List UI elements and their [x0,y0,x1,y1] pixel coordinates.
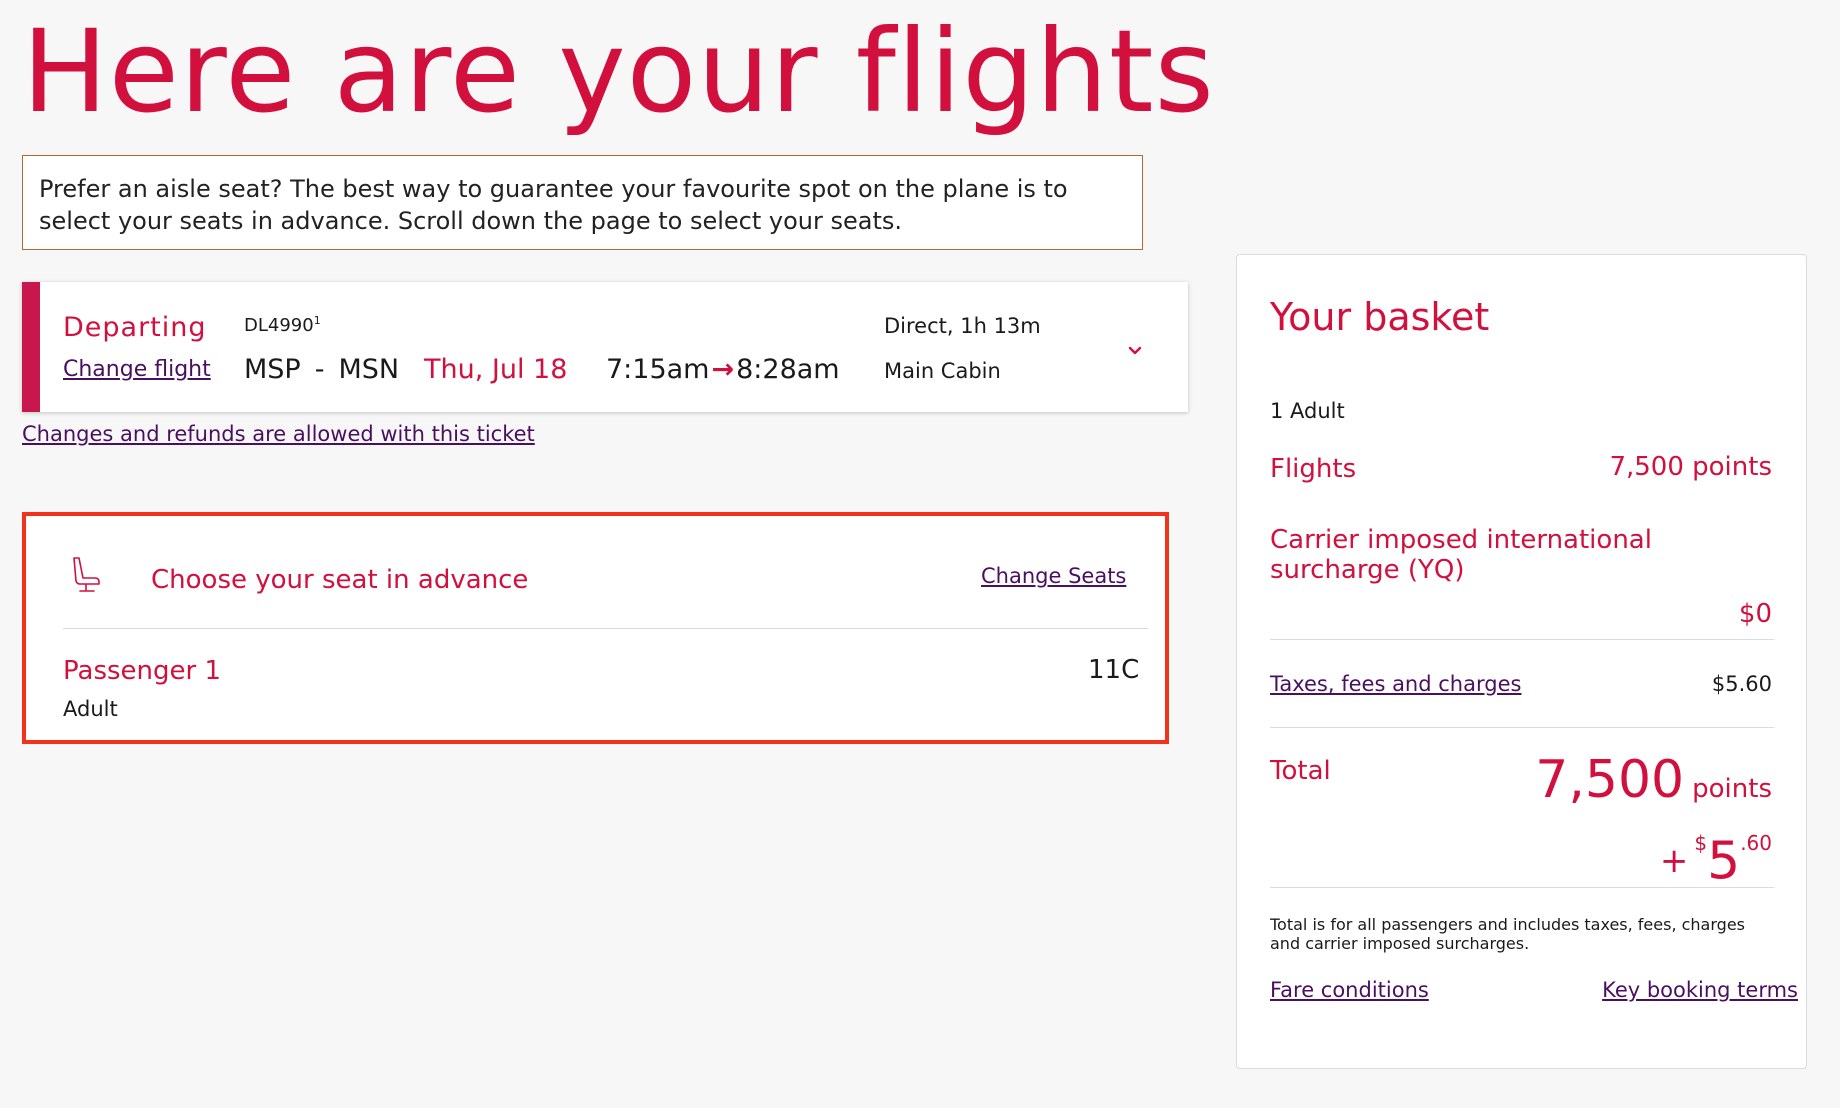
flight-date: Thu, Jul 18 [424,354,568,385]
surcharge-value: $0 [1738,599,1772,629]
divider [1270,639,1774,640]
notice-text: Prefer an aisle seat? The best way to gu… [39,175,1068,235]
stops-duration: Direct, 1h 13m [884,314,1041,338]
flight-number-footnote: 1 [313,314,321,327]
taxes-fees-link[interactable]: Taxes, fees and charges [1270,672,1521,696]
flight-card-accent [22,282,40,412]
route-separator: - [314,354,325,385]
divider [1270,887,1774,888]
total-cash-whole: 5 [1707,831,1741,892]
flight-number-text: DL4990 [244,315,314,336]
flight-number: DL49901 [244,314,321,336]
flights-value: 7,500 points [1609,452,1772,482]
flights-label: Flights [1270,454,1357,484]
divider [63,628,1148,629]
chevron-down-icon[interactable] [1124,340,1146,362]
total-points-unit: points [1692,774,1772,804]
total-plus: + [1659,841,1689,882]
seat-icon [73,557,100,592]
basket-title: Your basket [1270,295,1490,339]
seat-number: 11C [1088,655,1140,685]
surcharge-label: Carrier imposed international surcharge … [1270,525,1652,585]
page-title: Here are your flights [22,5,1215,138]
refund-policy-link[interactable]: Changes and refunds are allowed with thi… [22,422,535,446]
taxes-fees-value: $5.60 [1711,672,1772,696]
fare-conditions-link[interactable]: Fare conditions [1270,978,1429,1002]
arrow-right-icon: → [711,354,735,385]
passenger-type: Adult [63,697,118,721]
seat-advice-notice: Prefer an aisle seat? The best way to gu… [22,155,1143,250]
key-booking-terms-link[interactable]: Key booking terms [1602,978,1798,1002]
total-label: Total [1270,756,1331,786]
total-currency: $ [1694,831,1708,855]
basket-panel: Your basket 1 Adult Flights 7,500 points… [1236,254,1807,1069]
origin-airport: MSP [244,354,301,385]
total-points-value: 7,500 [1535,750,1685,810]
change-seats-link[interactable]: Change Seats [981,564,1126,588]
passenger-name: Passenger 1 [63,656,222,686]
passenger-count: 1 Adult [1270,399,1345,423]
flight-card: Departing Change flight DL49901 MSP - MSN … [22,282,1188,412]
arrive-time: 8:28am [736,354,840,385]
direction-label: Departing [63,312,207,343]
total-note: Total is for all passengers and includes… [1270,915,1745,953]
route: MSP - MSN [244,354,399,385]
depart-time: 7:15am [606,354,710,385]
seat-selection-panel: Choose your seat in advance Change Seats… [22,512,1169,744]
flight-times: 7:15am→8:28am [606,354,840,385]
change-flight-link[interactable]: Change flight [63,357,211,382]
destination-airport: MSN [338,354,400,385]
seat-heading: Choose your seat in advance [151,565,529,595]
cabin-class: Main Cabin [884,359,1001,383]
total-points: 7,500 points [1535,750,1772,819]
total-cash-cents: .60 [1740,831,1772,855]
divider [1270,727,1774,728]
